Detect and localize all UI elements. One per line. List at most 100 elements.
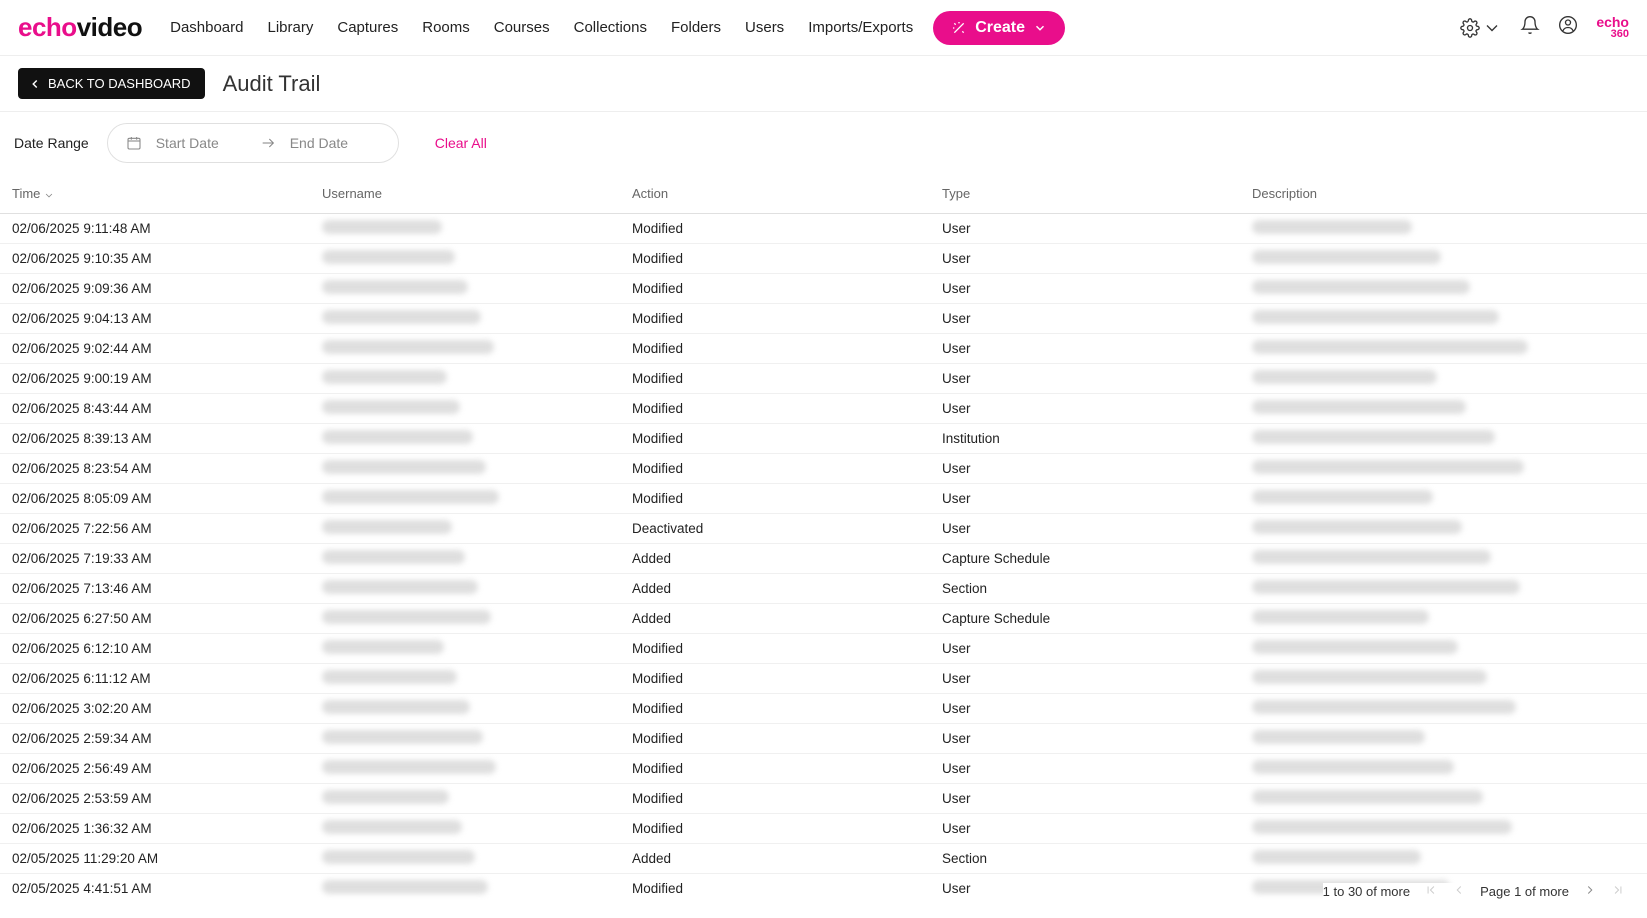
- cell-type: User: [930, 521, 1240, 536]
- redacted-description: [1252, 400, 1466, 414]
- table-row[interactable]: 02/05/2025 11:29:20 AMAddedSection: [0, 844, 1647, 874]
- end-date-input[interactable]: [290, 135, 380, 151]
- nav-users[interactable]: Users: [745, 19, 784, 36]
- cell-action: Modified: [620, 371, 930, 386]
- table-row[interactable]: 02/06/2025 9:09:36 AMModifiedUser: [0, 274, 1647, 304]
- redacted-description: [1252, 850, 1421, 864]
- table-row[interactable]: 02/06/2025 6:27:50 AMAddedCapture Schedu…: [0, 604, 1647, 634]
- logo[interactable]: echovideo: [18, 12, 142, 43]
- col-header-description[interactable]: Description: [1240, 186, 1647, 201]
- table-row[interactable]: 02/06/2025 7:22:56 AMDeactivatedUser: [0, 514, 1647, 544]
- cell-username: [310, 790, 620, 807]
- cell-description: [1240, 340, 1647, 357]
- cell-type: Capture Schedule: [930, 611, 1240, 626]
- cell-action: Modified: [620, 251, 930, 266]
- table-row[interactable]: 02/06/2025 8:43:44 AMModifiedUser: [0, 394, 1647, 424]
- cell-type: User: [930, 491, 1240, 506]
- redacted-description: [1252, 460, 1524, 474]
- table-row[interactable]: 02/06/2025 6:11:12 AMModifiedUser: [0, 664, 1647, 694]
- cell-description: [1240, 460, 1647, 477]
- cell-time: 02/06/2025 6:11:12 AM: [0, 671, 310, 686]
- sub-header: BACK TO DASHBOARD Audit Trail: [0, 56, 1647, 112]
- page-first-button[interactable]: [1424, 883, 1438, 900]
- redacted-description: [1252, 340, 1528, 354]
- create-button[interactable]: Create: [933, 11, 1065, 45]
- cell-username: [310, 400, 620, 417]
- col-header-action[interactable]: Action: [620, 186, 930, 201]
- table-row[interactable]: 02/06/2025 2:59:34 AMModifiedUser: [0, 724, 1647, 754]
- table-row[interactable]: 02/06/2025 1:36:32 AMModifiedUser: [0, 814, 1647, 844]
- settings-dropdown[interactable]: [1460, 18, 1502, 38]
- nav-dashboard[interactable]: Dashboard: [170, 19, 243, 36]
- cell-description: [1240, 580, 1647, 597]
- cell-time: 02/06/2025 9:10:35 AM: [0, 251, 310, 266]
- cell-time: 02/05/2025 11:29:20 AM: [0, 851, 310, 866]
- table-row[interactable]: 02/06/2025 9:11:48 AMModifiedUser: [0, 214, 1647, 244]
- cell-description: [1240, 670, 1647, 687]
- redacted-username: [322, 520, 452, 534]
- table-row[interactable]: 02/06/2025 9:00:19 AMModifiedUser: [0, 364, 1647, 394]
- cell-description: [1240, 490, 1647, 507]
- redacted-description: [1252, 580, 1520, 594]
- nav-courses[interactable]: Courses: [494, 19, 550, 36]
- page-last-button[interactable]: [1611, 883, 1625, 900]
- cell-description: [1240, 550, 1647, 567]
- table-row[interactable]: 02/06/2025 8:39:13 AMModifiedInstitution: [0, 424, 1647, 454]
- cell-action: Modified: [620, 221, 930, 236]
- table-row[interactable]: 02/06/2025 9:04:13 AMModifiedUser: [0, 304, 1647, 334]
- redacted-description: [1252, 670, 1487, 684]
- nav-folders[interactable]: Folders: [671, 19, 721, 36]
- table-row[interactable]: 02/06/2025 8:23:54 AMModifiedUser: [0, 454, 1647, 484]
- cell-action: Modified: [620, 341, 930, 356]
- nav-collections[interactable]: Collections: [574, 19, 647, 36]
- redacted-description: [1252, 640, 1458, 654]
- cell-username: [310, 250, 620, 267]
- redacted-description: [1252, 430, 1495, 444]
- page-next-button[interactable]: [1583, 883, 1597, 900]
- cell-username: [310, 580, 620, 597]
- nav-imports-exports[interactable]: Imports/Exports: [808, 19, 913, 36]
- table-row[interactable]: 02/06/2025 9:02:44 AMModifiedUser: [0, 334, 1647, 364]
- table-row[interactable]: 02/06/2025 6:12:10 AMModifiedUser: [0, 634, 1647, 664]
- date-range-picker[interactable]: [107, 123, 399, 163]
- nav-rooms[interactable]: Rooms: [422, 19, 470, 36]
- table-row[interactable]: 02/06/2025 8:05:09 AMModifiedUser: [0, 484, 1647, 514]
- page-prev-button[interactable]: [1452, 883, 1466, 900]
- cell-type: User: [930, 371, 1240, 386]
- table-row[interactable]: 02/06/2025 7:19:33 AMAddedCapture Schedu…: [0, 544, 1647, 574]
- cell-description: [1240, 520, 1647, 537]
- notifications-button[interactable]: [1520, 15, 1540, 40]
- page-title: Audit Trail: [223, 71, 321, 97]
- table-row[interactable]: 02/06/2025 7:13:46 AMAddedSection: [0, 574, 1647, 604]
- cell-type: Institution: [930, 431, 1240, 446]
- cell-description: [1240, 790, 1647, 807]
- cell-type: User: [930, 251, 1240, 266]
- cell-action: Modified: [620, 701, 930, 716]
- table-row[interactable]: 02/06/2025 3:02:20 AMModifiedUser: [0, 694, 1647, 724]
- table-row[interactable]: 02/06/2025 9:10:35 AM ModifiedUser: [0, 244, 1647, 274]
- table-row[interactable]: 02/06/2025 2:53:59 AMModifiedUser: [0, 784, 1647, 814]
- cell-action: Added: [620, 611, 930, 626]
- cell-action: Modified: [620, 731, 930, 746]
- redacted-username: [322, 790, 449, 804]
- table-row[interactable]: 02/06/2025 2:56:49 AMModifiedUser: [0, 754, 1647, 784]
- col-header-type[interactable]: Type: [930, 186, 1240, 201]
- cell-type: User: [930, 791, 1240, 806]
- table-scroll[interactable]: Time Username Action Type Description 02…: [0, 174, 1647, 900]
- user-circle-icon: [1558, 15, 1578, 35]
- account-button[interactable]: [1558, 15, 1578, 40]
- cell-type: User: [930, 341, 1240, 356]
- col-header-time[interactable]: Time: [0, 186, 310, 201]
- logo-part1: echo: [18, 12, 77, 43]
- cell-username: [310, 280, 620, 297]
- back-to-dashboard-button[interactable]: BACK TO DASHBOARD: [18, 68, 205, 99]
- cell-time: 02/06/2025 8:39:13 AM: [0, 431, 310, 446]
- nav-captures[interactable]: Captures: [337, 19, 398, 36]
- cell-action: Modified: [620, 761, 930, 776]
- echo360-logo[interactable]: echo360: [1596, 15, 1629, 40]
- clear-all-link[interactable]: Clear All: [435, 135, 487, 151]
- horizontal-scrollbar[interactable]: [0, 901, 1647, 918]
- nav-library[interactable]: Library: [268, 19, 314, 36]
- col-header-username[interactable]: Username: [310, 186, 620, 201]
- start-date-input[interactable]: [156, 135, 246, 151]
